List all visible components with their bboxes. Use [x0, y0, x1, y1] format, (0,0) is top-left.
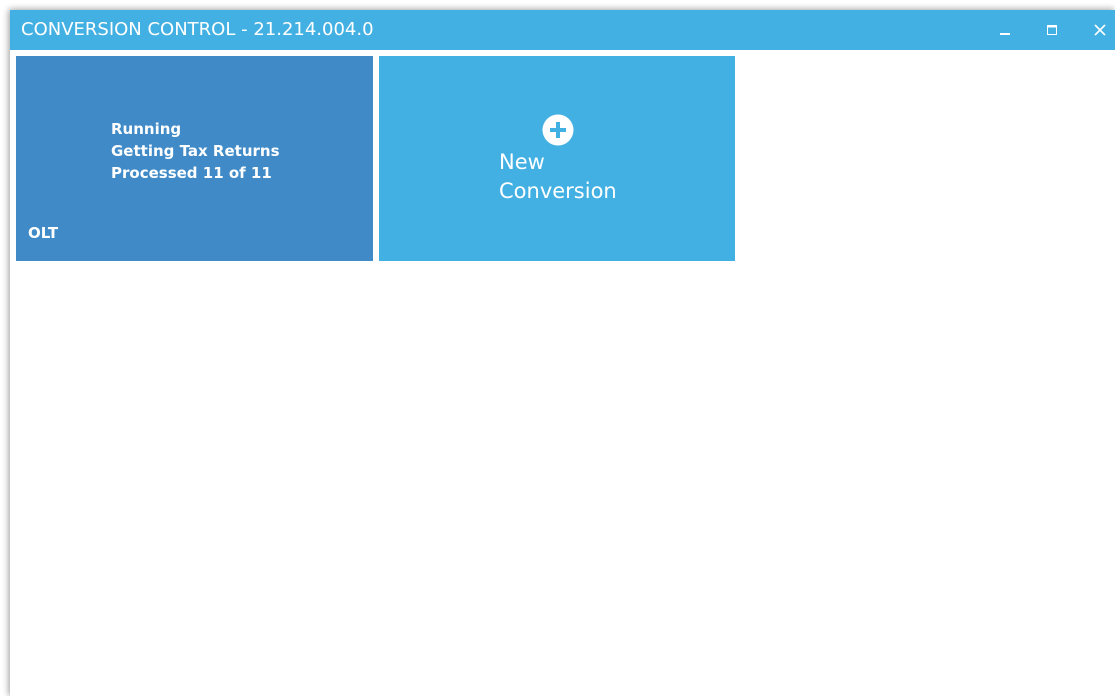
close-icon	[1094, 24, 1106, 36]
new-conversion-label-line2: Conversion	[499, 179, 617, 203]
conversion-job-tile[interactable]: Running Getting Tax Returns Processed 11…	[16, 56, 373, 261]
plus-circle-icon	[542, 114, 574, 146]
new-conversion-tile[interactable]: New Conversion	[379, 56, 735, 261]
job-status-block: Running Getting Tax Returns Processed 11…	[111, 118, 280, 184]
close-button[interactable]	[1080, 10, 1115, 50]
job-status: Running	[111, 120, 182, 138]
maximize-button[interactable]	[1032, 10, 1072, 50]
maximize-icon	[1047, 25, 1057, 35]
minimize-button[interactable]	[985, 10, 1025, 50]
new-conversion-label-line1: New	[499, 150, 545, 174]
job-step: Getting Tax Returns	[111, 142, 280, 160]
new-conversion-label: New Conversion	[499, 148, 617, 206]
minimize-icon	[1000, 33, 1010, 35]
title-bar[interactable]: CONVERSION CONTROL - 21.214.004.0	[10, 10, 1115, 50]
conversion-control-window: CONVERSION CONTROL - 21.214.004.0 Runnin…	[10, 10, 1115, 696]
job-progress: Processed 11 of 11	[111, 164, 272, 182]
window-title: CONVERSION CONTROL - 21.214.004.0	[21, 19, 374, 40]
job-code: OLT	[28, 224, 59, 242]
